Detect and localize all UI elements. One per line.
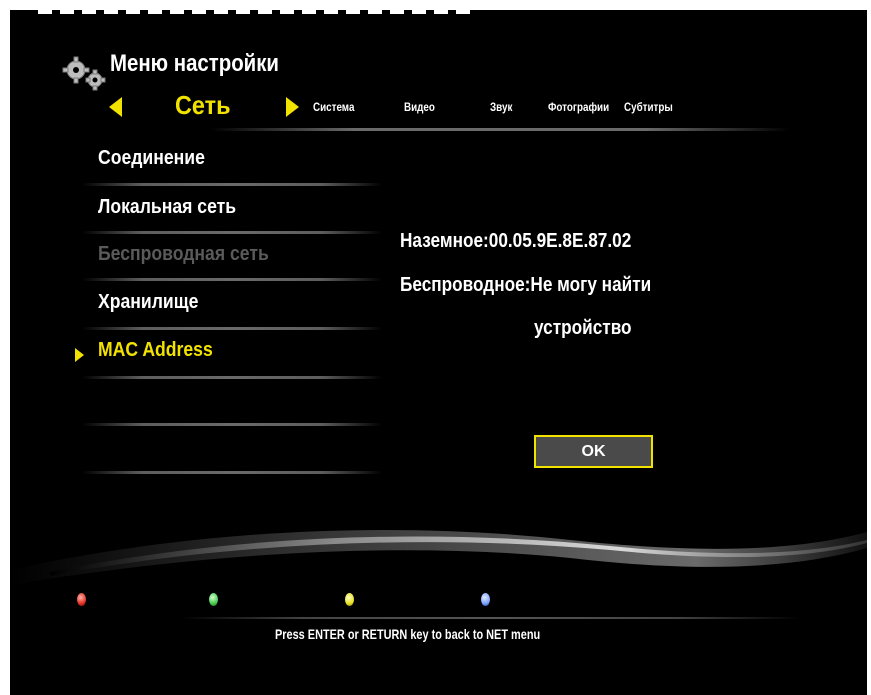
- red-button-icon[interactable]: [77, 593, 86, 606]
- menu-item-label: Соединение: [98, 147, 205, 169]
- menu-item-mac-address[interactable]: MAC Address: [98, 339, 228, 369]
- blue-button-icon[interactable]: [481, 593, 490, 606]
- footer-hint: Press ENTER or RETURN key to back to NET…: [275, 626, 541, 642]
- tab-audio[interactable]: Звук: [490, 100, 512, 114]
- tab-network[interactable]: Сеть: [175, 90, 230, 121]
- menu-item-wireless: Беспроводная сеть: [98, 243, 292, 273]
- yellow-button-icon[interactable]: [345, 593, 354, 606]
- green-button-icon[interactable]: [209, 593, 218, 606]
- menu-item-label: Локальная сеть: [98, 196, 237, 218]
- menu-separator: [82, 231, 382, 234]
- decorative-wave: [10, 530, 867, 585]
- wireless-mac-text: Беспроводное:Не могу найти: [400, 274, 652, 296]
- tv-settings-screen: Меню настройки Сеть Система Видео Звук Ф…: [10, 10, 867, 695]
- menu-separator: [82, 423, 382, 426]
- tab-next-arrow-icon[interactable]: [286, 97, 299, 117]
- ok-button[interactable]: OK: [534, 435, 653, 468]
- menu-item-label: MAC Address: [98, 339, 213, 361]
- tab-subtitles[interactable]: Субтитры: [624, 100, 673, 114]
- page-title: Меню настройки: [110, 50, 279, 77]
- tab-system[interactable]: Система: [313, 100, 354, 114]
- menu-separator: [82, 471, 382, 474]
- wireless-mac-text-cont: устройство: [534, 317, 632, 339]
- menu-separator: [82, 183, 382, 186]
- footer-divider: [180, 617, 800, 619]
- menu-separator: [82, 376, 382, 379]
- menu-item-label: Беспроводная сеть: [98, 243, 269, 265]
- wired-mac-text: Наземное:00.05.9E.8E.87.02: [400, 230, 632, 252]
- menu-separator: [82, 327, 382, 330]
- tab-video[interactable]: Видео: [404, 100, 435, 114]
- selection-arrow-icon: [75, 348, 84, 362]
- menu-separator: [82, 278, 382, 281]
- menu-item-lan[interactable]: Локальная сеть: [98, 196, 255, 226]
- tab-divider: [210, 128, 790, 131]
- tab-prev-arrow-icon[interactable]: [109, 97, 122, 117]
- menu-item-storage[interactable]: Хранилище: [98, 291, 212, 321]
- tab-photos[interactable]: Фотографии: [548, 100, 609, 114]
- menu-item-connection[interactable]: Соединение: [98, 147, 219, 177]
- gears-icon: [62, 56, 106, 91]
- menu-item-label: Хранилище: [98, 291, 199, 313]
- top-dashed-border: [38, 10, 478, 14]
